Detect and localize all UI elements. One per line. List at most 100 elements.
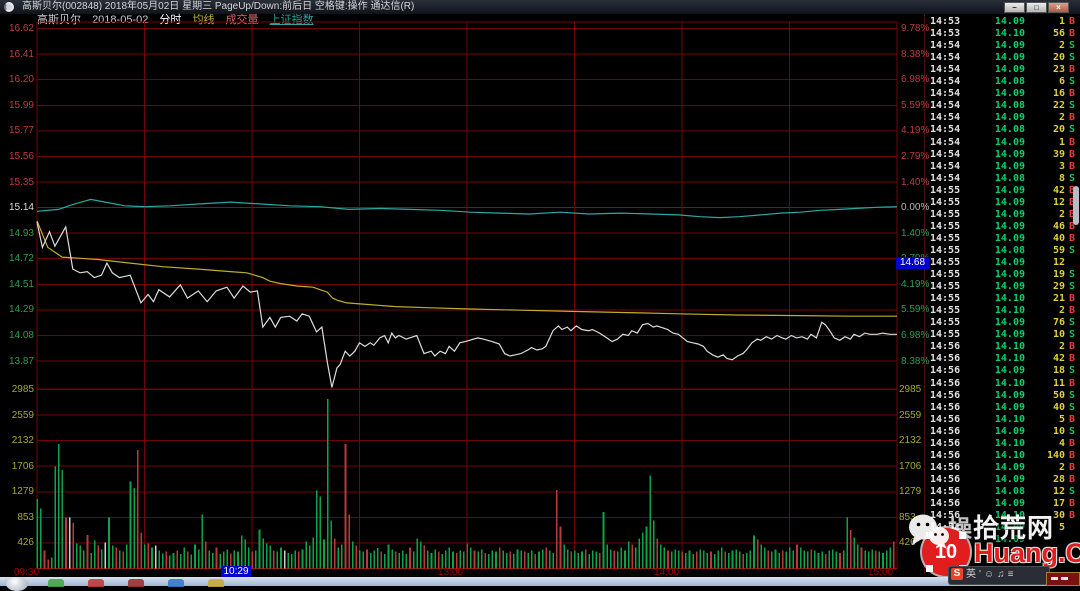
volume-axis-label-left: 2132 <box>11 435 34 447</box>
volume-axis-label-left: 2559 <box>11 409 34 421</box>
start-button[interactable] <box>6 577 28 591</box>
price-axis-label: 16.20 <box>8 74 34 86</box>
pct-axis-label: 8.38% <box>901 48 930 60</box>
tape-row: 14:53 14.09 1 B <box>930 16 1076 27</box>
volume-axis-label-right: 426 <box>899 537 916 549</box>
pct-axis-label: 5.59% <box>901 304 930 316</box>
tape-row: 14:56 14.09 <box>930 534 1025 546</box>
window-title: 高斯贝尔(002848) 2018年05月02日 星期三 PageUp/Down… <box>22 1 415 12</box>
ime-toolbar[interactable]: S 英 ' ☺ ♫ ≡ <box>948 566 1050 585</box>
tape-row: 14:56 14.09 10 S <box>930 425 1076 437</box>
window-titlebar: 高斯贝尔(002848) 2018年05月02日 星期三 PageUp/Down… <box>0 0 1080 14</box>
tape-scrollbar-thumb[interactable] <box>1073 186 1079 225</box>
tape-row: 14:55 14.09 76 S <box>930 317 1076 329</box>
volume-axis-label-left: 1706 <box>11 460 34 472</box>
tape-row: 14:56 14.09 40 S <box>930 401 1076 413</box>
volume-axis-label-right: 2985 <box>899 384 922 395</box>
tape-row: 14:54 14.09 23 B <box>930 64 1076 76</box>
price-axis-label: 14.93 <box>8 227 34 239</box>
volume-axis-label-right: 1706 <box>899 460 922 472</box>
ime-menu-icon[interactable]: ≡ <box>1008 569 1014 580</box>
price-axis-label: 15.56 <box>8 150 34 162</box>
tape-row: 14:56 14.10 4 B <box>930 437 1076 449</box>
tape-row: 14:5514.0912B <box>930 196 1075 208</box>
ime-mic-icon[interactable]: ♫ <box>997 569 1005 580</box>
tape-row: 14:56 14.09 50 S <box>930 389 1076 401</box>
chart-canvas <box>36 21 898 569</box>
tape-row: 14:55 14.10 21 B <box>930 293 1076 305</box>
volume-axis-label-left: 853 <box>17 511 34 523</box>
volume-axis-label-right: 2559 <box>899 409 922 421</box>
tape-row: 14:54 14.09 20 S <box>930 52 1076 64</box>
ime-logo-icon[interactable]: S <box>951 568 963 580</box>
tape-row: 14:56 14.10 42 B <box>930 353 1076 365</box>
tape-row: 14:56 14.10 140 B <box>930 449 1076 461</box>
pct-axis-label: 1.40% <box>901 176 930 188</box>
tape-row: 14:54 14.08 6 S <box>930 76 1076 88</box>
tape-row: 14:56 14.09 2 B <box>930 461 1076 473</box>
pct-axis-label: 6.98% <box>901 329 930 341</box>
tape-row: 14:56 14.10 2 B <box>930 341 1076 353</box>
volume-axis-label-left: 1279 <box>11 486 34 498</box>
price-axis-label: 16.41 <box>8 48 34 60</box>
pct-axis-label: 5.59% <box>901 99 930 111</box>
tape-row: 14:53 14.10 56 B <box>930 28 1076 40</box>
tape-row: 14:56 14.09 28 B <box>930 473 1076 485</box>
maximize-button[interactable]: □ <box>1026 2 1047 13</box>
close-button[interactable]: × <box>1048 2 1069 13</box>
pct-axis-label: 9.78% <box>901 23 930 35</box>
tape-row: 14:54 14.09 2 B <box>930 112 1076 124</box>
tape-row: 14:56 14.09 17 B <box>930 498 1076 509</box>
price-axis-label: 14.29 <box>8 304 34 316</box>
intraday-chart[interactable] <box>0 14 925 578</box>
price-axis-label: 15.99 <box>8 99 34 111</box>
volume-axis-label-right: 2132 <box>899 435 922 447</box>
pct-axis-label: 0.00% <box>901 202 930 214</box>
tape-row: 14:5514.092B <box>930 208 1075 220</box>
ime-lang-toggle[interactable]: 英 <box>966 569 976 580</box>
volume-axis-label-right: 1279 <box>899 486 922 498</box>
tape-row: 15:00 <box>930 546 961 558</box>
tape-row: 14:5514.0942B <box>930 184 1075 196</box>
tape-row: 14:56 14.09 18 S <box>930 365 1076 377</box>
tape-row: 14:54 14.08 8 S <box>930 172 1076 184</box>
tape-row: 14:55 14.09 19 S <box>930 269 1076 281</box>
tape-row: 14:54 14.09 1 B <box>930 136 1076 148</box>
app-icon <box>4 2 14 12</box>
price-axis-label: 16.62 <box>8 23 34 35</box>
ime-status-box <box>1046 572 1080 586</box>
pct-axis-label: 6.98% <box>901 74 930 86</box>
pct-axis-label: 4.19% <box>901 125 930 137</box>
volume-axis-label-left: 2985 <box>11 384 34 395</box>
tape-row: 14:54 14.09 16 B <box>930 88 1076 100</box>
price-axis-label: 15.77 <box>8 125 34 137</box>
tape-row: 14:54 14.09 39 B <box>930 148 1076 160</box>
tape-row: 14:56 14.10 5 B <box>930 413 1076 425</box>
price-axis-label: 15.35 <box>8 176 34 188</box>
tape-row: 14:54 14.08 22 S <box>930 100 1076 112</box>
price-axis-label: 14.08 <box>8 329 34 341</box>
tape-row: 14:55 14.09 12 <box>930 257 1065 268</box>
time-and-sales-panel[interactable]: 14:53 14.09 1 B 14:53 14.10 56 B 14:54 14.09 2 S 14:… <box>925 14 1080 574</box>
tape-row: 14:56 14.08 12 S <box>930 485 1076 497</box>
price-axis-label: 15.14 <box>8 202 34 214</box>
tape-row: 14:55 14.09 10 S <box>930 329 1076 341</box>
tape-row: 14:56 14.10 11 B <box>930 377 1076 389</box>
ime-emoji-icon[interactable]: ☺ <box>984 569 994 580</box>
tape-row: 14:55 14.08 59 S <box>930 244 1076 256</box>
pct-axis-label: 1.40% <box>901 227 930 239</box>
pct-axis-label: 2.79% <box>901 150 930 162</box>
ime-punct-icon[interactable]: ' <box>979 569 981 580</box>
tape-row: 14:54 14.08 20 S <box>930 124 1076 136</box>
price-axis-label: 13.87 <box>8 355 34 367</box>
taskbar[interactable] <box>0 577 1080 586</box>
gridlines <box>36 21 898 569</box>
tape-row: 14:56 14.10 30 B <box>930 510 1076 522</box>
tape-row: 14:55 14.10 2 B <box>930 305 1076 317</box>
tape-row: 14:54 14.09 2 S <box>930 40 1076 52</box>
minimize-button[interactable]: – <box>1004 2 1025 13</box>
pct-axis-label: 8.38% <box>901 355 930 367</box>
price-axis-label: 14.72 <box>8 253 34 265</box>
volume-axis-label-right: 853 <box>899 511 916 523</box>
price-axis-label: 14.51 <box>8 278 34 290</box>
